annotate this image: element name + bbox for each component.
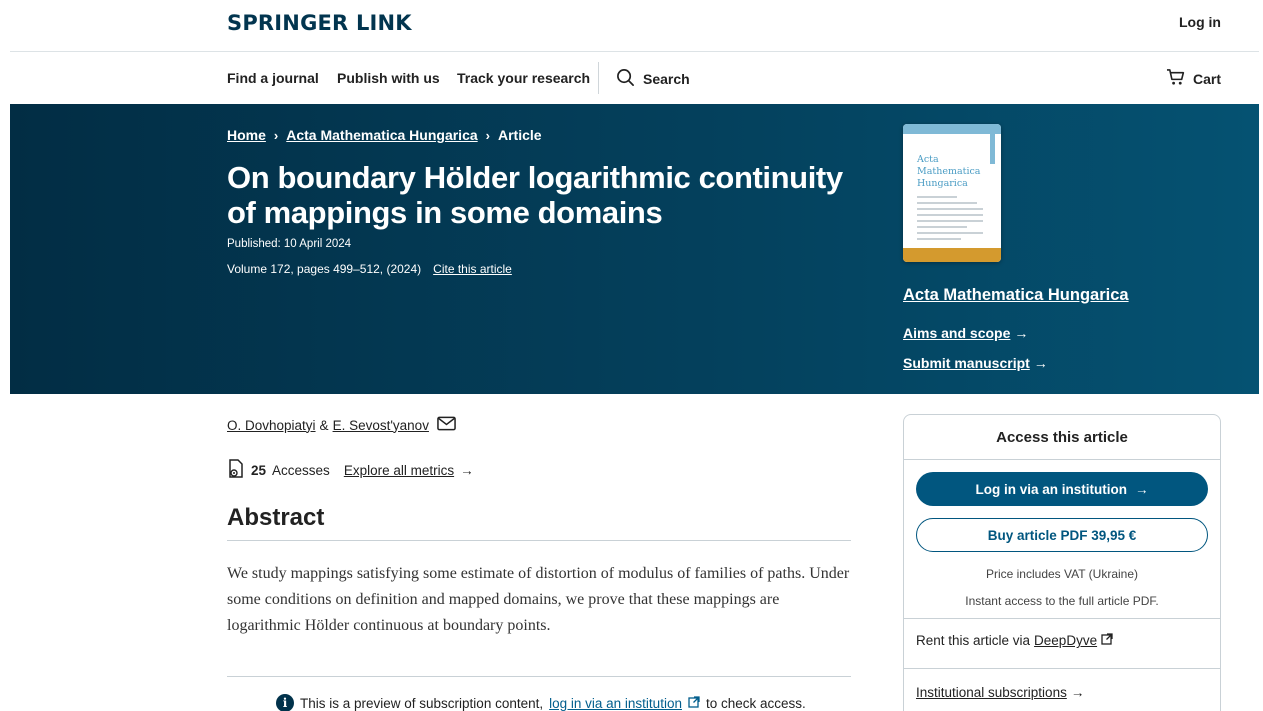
top-bar: SPRINGER LINK Log in	[0, 0, 1263, 52]
submit-manuscript-label: Submit manuscript	[903, 355, 1030, 371]
accesses-icon	[227, 459, 245, 482]
deepdyve-link[interactable]: DeepDyve	[1034, 633, 1097, 648]
journal-cover-image[interactable]: Acta Mathematica Hungarica	[903, 124, 1001, 262]
volume-pages: Volume 172, pages 499–512, (2024)	[227, 262, 422, 276]
accesses-label: Accesses	[272, 463, 330, 478]
aims-scope-link[interactable]: Aims and scope →	[903, 325, 1028, 341]
article-hero: Home › Acta Mathematica Hungarica › Arti…	[10, 104, 1259, 394]
breadcrumb-journal[interactable]: Acta Mathematica Hungarica	[286, 127, 477, 143]
submit-manuscript-link[interactable]: Submit manuscript →	[903, 355, 1048, 371]
cart-icon	[1166, 68, 1185, 89]
cover-text-lines	[917, 196, 983, 244]
nav-track-research[interactable]: Track your research	[457, 70, 590, 86]
breadcrumb-home[interactable]: Home	[227, 127, 266, 143]
nav-publish[interactable]: Publish with us	[337, 70, 440, 86]
divider	[227, 540, 851, 541]
arrow-right-icon: →	[1135, 481, 1149, 497]
preview-prefix: This is a preview of subscription conten…	[300, 695, 544, 711]
breadcrumb-current: Article	[498, 127, 542, 143]
published-date: Published: 10 April 2024	[227, 238, 352, 250]
login-institution-label: Log in via an institution	[975, 481, 1128, 497]
access-heading: Access this article	[904, 415, 1220, 460]
external-link-icon	[688, 695, 700, 711]
institutional-subscriptions-link[interactable]: Institutional subscriptions →	[916, 685, 1084, 700]
external-link-icon	[1101, 633, 1113, 648]
article-metrics: 25 Accesses Explore all metrics →	[227, 459, 474, 482]
search-button[interactable]: Search	[616, 68, 690, 90]
divider	[904, 618, 1220, 619]
search-label: Search	[643, 71, 690, 87]
info-icon: i	[276, 694, 294, 711]
search-icon	[616, 68, 635, 90]
aims-scope-label: Aims and scope	[903, 325, 1011, 341]
access-panel: Access this article Log in via an instit…	[903, 414, 1221, 711]
author-link[interactable]: E. Sevost'yanov	[333, 418, 429, 433]
mail-icon[interactable]	[437, 416, 456, 434]
breadcrumb: Home › Acta Mathematica Hungarica › Arti…	[227, 127, 542, 143]
arrow-right-icon: →	[1033, 355, 1048, 371]
main-nav: Find a journal Publish with us Track you…	[0, 52, 1263, 103]
abstract-text: We study mappings satisfying some estima…	[227, 565, 850, 634]
author-joiner: &	[319, 417, 329, 433]
cite-article-link[interactable]: Cite this article	[433, 262, 512, 276]
cart-button[interactable]: Cart	[1166, 68, 1221, 89]
journal-name-link[interactable]: Acta Mathematica Hungarica	[903, 286, 1129, 305]
nav-find-journal[interactable]: Find a journal	[227, 70, 319, 86]
author-link[interactable]: O. Dovhopiatyi	[227, 418, 316, 433]
preview-notice: i This is a preview of subscription cont…	[276, 694, 806, 711]
buy-pdf-button[interactable]: Buy article PDF 39,95 €	[916, 518, 1208, 552]
article-title: On boundary Hölder logarithmic continuit…	[227, 160, 843, 230]
arrow-right-icon: →	[460, 463, 474, 478]
accesses-count: 25	[251, 463, 267, 478]
login-link[interactable]: Log in	[1179, 14, 1221, 30]
cover-band	[903, 124, 1001, 134]
arrow-right-icon: →	[1070, 685, 1085, 700]
explore-metrics-link[interactable]: Explore all metrics	[344, 463, 454, 478]
cover-title: Acta Mathematica Hungarica	[917, 154, 981, 189]
preview-suffix: to check access.	[705, 695, 806, 711]
instant-access-note: Instant access to the full article PDF.	[965, 594, 1159, 608]
preview-login-link[interactable]: log in via an institution	[549, 696, 682, 711]
volume-info: Volume 172, pages 499–512, (2024) Cite t…	[227, 262, 512, 276]
cover-bottom-band	[903, 248, 1001, 262]
nav-divider	[598, 62, 599, 94]
institutional-label: Institutional subscriptions	[916, 685, 1067, 700]
rent-article: Rent this article via DeepDyve	[916, 633, 1113, 648]
vat-note: Price includes VAT (Ukraine)	[985, 567, 1139, 581]
authors-list: O. Dovhopiatyi & E. Sevost'yanov	[227, 416, 456, 434]
divider	[227, 676, 851, 677]
divider	[904, 668, 1220, 669]
login-institution-button[interactable]: Log in via an institution →	[916, 472, 1208, 506]
springer-link-logo[interactable]: SPRINGER LINK	[227, 11, 412, 35]
breadcrumb-chevron-icon: ›	[485, 127, 490, 143]
abstract-heading: Abstract	[227, 504, 325, 531]
breadcrumb-chevron-icon: ›	[273, 127, 279, 143]
cart-label: Cart	[1192, 70, 1221, 87]
arrow-right-icon: →	[1014, 325, 1029, 341]
rent-prefix: Rent this article via	[916, 633, 1031, 648]
